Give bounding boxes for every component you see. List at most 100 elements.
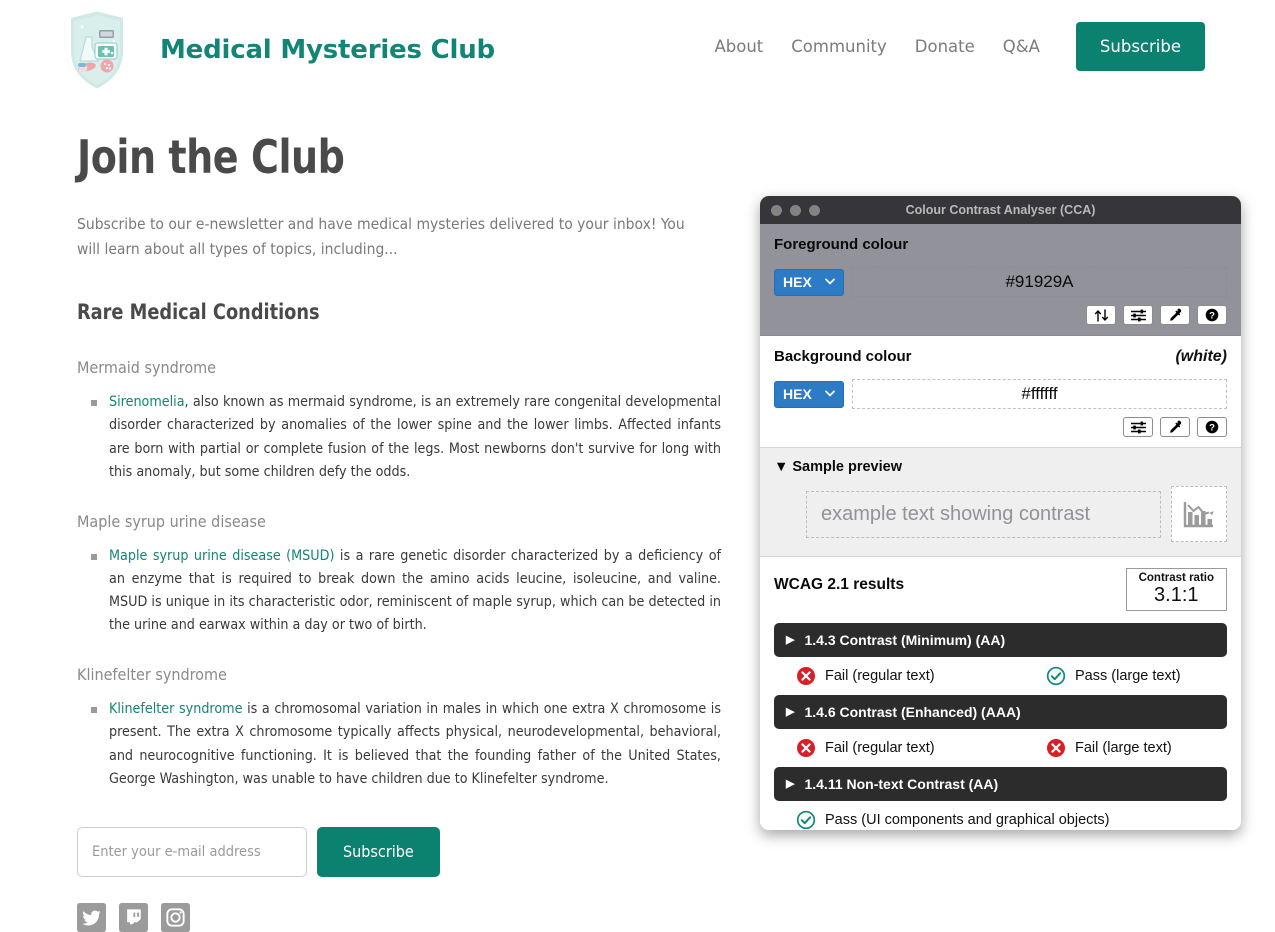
foreground-row: HEX xyxy=(774,267,1227,297)
help-icon[interactable]: ? xyxy=(1197,305,1227,325)
results-header: WCAG 2.1 results Contrast ratio 3.1:1 xyxy=(774,568,1227,611)
svg-text:?: ? xyxy=(1209,422,1215,433)
nav-item-community[interactable]: Community xyxy=(777,37,901,56)
header-subscribe-button[interactable]: Subscribe xyxy=(1075,22,1205,71)
list-item: Klinefelter syndrome is a chromosomal va… xyxy=(91,698,721,791)
result-label: Pass (UI components and graphical object… xyxy=(825,812,1110,828)
result-item: Pass (UI components and graphical object… xyxy=(796,810,1110,830)
wcag-results-panel: WCAG 2.1 results Contrast ratio 3.1:1 ▶ … xyxy=(760,557,1241,830)
fail-icon xyxy=(797,739,815,757)
sample-preview-toggle[interactable]: ▼ Sample preview xyxy=(774,459,1227,475)
background-row: HEX xyxy=(774,379,1227,409)
condition-link[interactable]: Maple syrup urine disease (MSUD) xyxy=(109,548,334,564)
instagram-icon[interactable] xyxy=(161,902,190,932)
criterion-label: 1.4.11 Non-text Contrast (AA) xyxy=(804,776,999,792)
brand-title: Medical Mysteries Club xyxy=(160,35,495,65)
condition-link[interactable]: Klinefelter syndrome xyxy=(109,701,242,717)
pass-icon xyxy=(796,810,816,830)
nav-item-donate[interactable]: Donate xyxy=(901,37,989,56)
condition-heading: Klinefelter syndrome xyxy=(77,665,227,685)
foreground-format-select-wrap: HEX xyxy=(774,268,844,296)
triangle-right-icon: ▶ xyxy=(786,705,795,718)
list-item: Maple syrup urine disease (MSUD) is a ra… xyxy=(91,545,721,638)
twitter-icon[interactable] xyxy=(77,902,106,932)
cca-window: Colour Contrast Analyser (CCA) Foregroun… xyxy=(760,196,1241,830)
eyedropper-icon[interactable] xyxy=(1160,305,1190,325)
brand[interactable]: Medical Mysteries Club xyxy=(62,5,495,95)
condition-list: Sirenomelia, also known as mermaid syndr… xyxy=(77,391,727,484)
section-title: Rare Medical Conditions xyxy=(77,300,320,325)
condition-body: , also known as mermaid syndrome, is an … xyxy=(109,394,721,480)
list-item: Sirenomelia, also known as mermaid syndr… xyxy=(91,391,721,484)
criterion-1-4-6-results: Fail (regular text) Fail (large text) xyxy=(774,729,1227,767)
triangle-right-icon: ▶ xyxy=(786,633,795,646)
form-subscribe-button[interactable]: Subscribe xyxy=(317,826,440,877)
site-header: Medical Mysteries Club About Community D… xyxy=(0,0,1275,100)
window-controls xyxy=(771,204,820,216)
result-label: Fail (regular text) xyxy=(825,740,935,756)
social-links xyxy=(77,902,727,932)
criterion-1-4-11-toggle[interactable]: ▶ 1.4.11 Non-text Contrast (AA) xyxy=(774,767,1227,801)
criterion-1-4-3-toggle[interactable]: ▶ 1.4.3 Contrast (Minimum) (AA) xyxy=(774,623,1227,657)
close-window-button[interactable] xyxy=(771,204,782,216)
triangle-down-icon: ▼ xyxy=(774,459,789,475)
foreground-label: Foreground colour xyxy=(774,236,909,253)
newsletter-form: Subscribe xyxy=(77,826,727,877)
contrast-ratio-label: Contrast ratio xyxy=(1138,572,1214,584)
criterion-label: 1.4.6 Contrast (Enhanced) (AAA) xyxy=(804,704,1021,720)
results-title: WCAG 2.1 results xyxy=(774,576,905,593)
condition-link[interactable]: Sirenomelia xyxy=(109,394,185,410)
nav-item-qa[interactable]: Q&A xyxy=(989,37,1054,56)
fail-icon xyxy=(1047,739,1065,757)
background-icon-row: ? xyxy=(774,417,1227,437)
result-item: Fail (regular text) xyxy=(796,738,1046,758)
background-format-select-wrap: HEX xyxy=(774,380,844,408)
twitch-icon[interactable] xyxy=(119,902,148,932)
medical-shield-logo-icon xyxy=(68,8,126,92)
cca-titlebar[interactable]: Colour Contrast Analyser (CCA) xyxy=(760,196,1241,224)
swap-colours-icon[interactable] xyxy=(1086,305,1116,325)
cca-window-title: Colour Contrast Analyser (CCA) xyxy=(905,203,1096,217)
criterion-label: 1.4.3 Contrast (Minimum) (AA) xyxy=(804,632,1006,648)
help-icon[interactable]: ? xyxy=(1197,417,1227,437)
result-label: Fail (regular text) xyxy=(825,668,935,684)
background-format-select[interactable]: HEX xyxy=(774,380,844,408)
minimize-window-button[interactable] xyxy=(790,204,801,216)
result-label: Fail (large text) xyxy=(1075,740,1172,756)
fail-icon xyxy=(797,667,815,685)
sliders-icon[interactable] xyxy=(1123,417,1153,437)
nav-item-about[interactable]: About xyxy=(700,37,777,56)
condition-heading: Maple syrup urine disease xyxy=(77,511,266,531)
sample-preview-body: example text showing contrast xyxy=(774,486,1227,542)
background-label: Background colour xyxy=(774,348,912,365)
result-label: Pass (large text) xyxy=(1075,668,1181,684)
condition-list: Klinefelter syndrome is a chromosomal va… xyxy=(77,698,727,791)
foreground-hex-input[interactable] xyxy=(852,267,1227,297)
declining-bar-chart-icon xyxy=(1171,486,1227,542)
sample-preview-label: Sample preview xyxy=(792,459,902,475)
condition-block: Mermaid syndrome Sirenomelia, also known… xyxy=(77,358,727,484)
maximize-window-button[interactable] xyxy=(809,204,820,216)
intro-paragraph: Subscribe to our e-newsletter and have m… xyxy=(77,215,685,259)
background-colour-note: (white) xyxy=(1175,348,1227,365)
pass-icon xyxy=(1046,666,1066,686)
triangle-right-icon: ▶ xyxy=(786,777,795,790)
criterion-1-4-11-results: Pass (UI components and graphical object… xyxy=(774,801,1227,830)
eyedropper-icon[interactable] xyxy=(1160,417,1190,437)
contrast-ratio-value: 3.1:1 xyxy=(1154,584,1199,606)
condition-block: Klinefelter syndrome Klinefelter syndrom… xyxy=(77,665,727,791)
background-hex-input[interactable] xyxy=(852,379,1227,409)
page-title: Join the Club xyxy=(77,130,345,184)
condition-block: Maple syrup urine disease Maple syrup ur… xyxy=(77,512,727,638)
main-content: Join the Club Subscribe to our e-newslet… xyxy=(77,130,727,932)
contrast-ratio-box: Contrast ratio 3.1:1 xyxy=(1125,568,1227,611)
criterion-1-4-3-results: Fail (regular text) Pass (large text) xyxy=(774,657,1227,695)
result-item: Fail (large text) xyxy=(1046,738,1172,758)
sliders-icon[interactable] xyxy=(1123,305,1153,325)
email-input[interactable] xyxy=(77,826,307,877)
foreground-icon-row: ? xyxy=(774,305,1227,325)
criterion-1-4-6-toggle[interactable]: ▶ 1.4.6 Contrast (Enhanced) (AAA) xyxy=(774,695,1227,729)
foreground-format-select[interactable]: HEX xyxy=(774,268,844,296)
condition-list: Maple syrup urine disease (MSUD) is a ra… xyxy=(77,545,727,638)
background-panel: Background colour (white) HEX #ffffff ? xyxy=(760,336,1241,448)
